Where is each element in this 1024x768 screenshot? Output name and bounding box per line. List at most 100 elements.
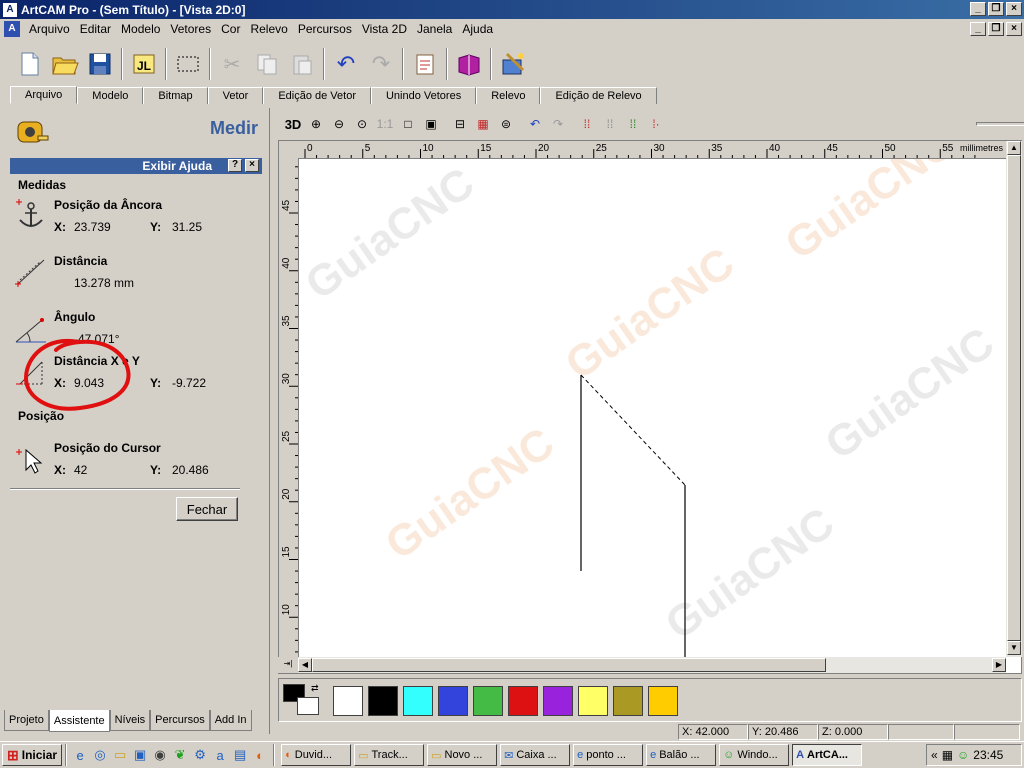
artcam-app-icon[interactable]: A <box>3 2 17 17</box>
tab-niveis[interactable]: Níveis <box>109 710 151 731</box>
node-gray-icon[interactable]: ⁞⁞ <box>599 113 621 135</box>
color-swatch[interactable] <box>368 686 398 716</box>
tab-arquivo[interactable]: Arquivo <box>10 86 78 104</box>
node-red-icon[interactable]: ⁞⁞ <box>576 113 598 135</box>
task-track[interactable]: ▭ Track... <box>354 744 425 766</box>
import-image-icon[interactable]: JL <box>128 48 160 80</box>
color-swatch[interactable] <box>543 686 573 716</box>
zoom-window-icon[interactable]: ⊙ <box>351 113 373 135</box>
menu-vetores[interactable]: Vetores <box>165 22 216 36</box>
color-swatch[interactable] <box>438 686 468 716</box>
menu-percursos[interactable]: Percursos <box>293 22 357 36</box>
tray-network-icon[interactable]: ▦ <box>942 748 953 762</box>
menu-janela[interactable]: Janela <box>412 22 457 36</box>
tab-relevo[interactable]: Relevo <box>476 87 541 104</box>
view-undo-icon[interactable]: ↶ <box>524 113 546 135</box>
color-swatch[interactable] <box>648 686 678 716</box>
redo-icon[interactable]: ↷ <box>365 48 397 80</box>
layer-toggle-icon[interactable]: ⊜ <box>495 113 517 135</box>
scroll-down-icon[interactable]: ▼ <box>1007 641 1021 655</box>
zoom-slider-track[interactable] <box>976 122 1024 126</box>
tray-messenger-icon[interactable]: ☺ <box>957 748 969 762</box>
selection-box-icon[interactable] <box>172 48 204 80</box>
layer-view-icon[interactable]: ⊟ <box>449 113 471 135</box>
view-3d-button[interactable]: 3D <box>282 113 304 135</box>
text-app-icon[interactable]: a <box>210 745 230 765</box>
help-bar[interactable]: Exibir Ajuda ? × <box>10 158 262 174</box>
doc-restore-button[interactable]: ❐ <box>988 22 1004 36</box>
doc-close-button[interactable]: × <box>1006 22 1022 36</box>
color-swatch[interactable] <box>333 686 363 716</box>
help-book-icon[interactable] <box>453 48 485 80</box>
internet-explorer-icon[interactable]: e <box>70 745 90 765</box>
tray-expand-icon[interactable]: « <box>931 748 938 762</box>
swap-colors-icon[interactable]: ⇄ <box>311 683 319 694</box>
task-novo[interactable]: ▭ Novo ... <box>427 744 498 766</box>
vertical-scrollbar[interactable]: ▲ ▼ <box>1006 141 1022 657</box>
split-view-icon[interactable]: ⇥| <box>278 657 298 673</box>
tab-edicao-de-relevo[interactable]: Edição de Relevo <box>540 87 657 104</box>
task-windows[interactable]: ☺ Windo... <box>719 744 790 766</box>
tab-bitmap[interactable]: Bitmap <box>143 87 208 104</box>
menu-vista2d[interactable]: Vista 2D <box>357 22 412 36</box>
task-balao[interactable]: e Balão ... <box>646 744 717 766</box>
media-player-icon[interactable]: ◉ <box>150 745 170 765</box>
menu-ajuda[interactable]: Ajuda <box>457 22 498 36</box>
document-icon[interactable]: A <box>4 20 20 37</box>
scroll-right-icon[interactable]: ▶ <box>992 658 1006 672</box>
view-redo-icon[interactable]: ↷ <box>547 113 569 135</box>
fit-model-icon[interactable]: ▣ <box>420 113 442 135</box>
color-swatch[interactable] <box>578 686 608 716</box>
fit-view-icon[interactable]: □ <box>397 113 419 135</box>
tab-projeto[interactable]: Projeto <box>4 710 49 731</box>
close-panel-button[interactable]: Fechar <box>176 497 238 521</box>
network-icon[interactable]: ▣ <box>130 745 150 765</box>
zoom-1to1-button[interactable]: 1:1 <box>374 113 396 135</box>
tab-modelo[interactable]: Modelo <box>77 87 144 104</box>
task-ponto[interactable]: e ponto ... <box>573 744 644 766</box>
tab-edicao-de-vetor[interactable]: Edição de Vetor <box>263 87 371 104</box>
wizard-icon[interactable] <box>497 48 529 80</box>
notepad-icon[interactable]: ▤ <box>230 745 250 765</box>
menu-arquivo[interactable]: Arquivo <box>24 22 75 36</box>
save-icon[interactable] <box>84 48 116 80</box>
vector-drawing[interactable] <box>279 141 1021 673</box>
tab-percursos[interactable]: Percursos <box>150 710 210 731</box>
color-swatch[interactable] <box>613 686 643 716</box>
vertical-scroll-thumb[interactable] <box>1007 155 1021 641</box>
tab-unindo-vetores[interactable]: Unindo Vetores <box>370 87 477 104</box>
task-caixa[interactable]: ✉ Caixa ... <box>500 744 571 766</box>
node-dots-icon[interactable]: ⁞· <box>645 113 667 135</box>
secondary-color-swatch[interactable] <box>297 697 319 715</box>
open-folder-icon[interactable] <box>49 48 81 80</box>
leaf-app-icon[interactable]: ❦ <box>170 745 190 765</box>
color-swatch[interactable] <box>508 686 538 716</box>
help-question-icon[interactable]: ? <box>228 159 242 172</box>
horizontal-scrollbar[interactable]: ⇥| ◀ ▶ <box>278 657 1006 673</box>
color-layer-icon[interactable]: ▦ <box>472 113 494 135</box>
task-artcam[interactable]: A ArtCA... <box>792 744 863 766</box>
minimize-button[interactable]: _ <box>970 2 986 16</box>
menu-editar[interactable]: Editar <box>75 22 116 36</box>
node-green-icon[interactable]: ⁞⁞ <box>622 113 644 135</box>
scroll-left-icon[interactable]: ◀ <box>298 658 312 672</box>
color-swatch[interactable] <box>403 686 433 716</box>
undo-icon[interactable]: ↶ <box>330 48 362 80</box>
start-button[interactable]: ⊞ Iniciar <box>2 744 63 766</box>
menu-modelo[interactable]: Modelo <box>116 22 165 36</box>
explorer-icon[interactable]: ▭ <box>110 745 130 765</box>
zoom-in-icon[interactable]: ⊕ <box>305 113 327 135</box>
new-file-icon[interactable] <box>14 48 46 80</box>
tab-assistente[interactable]: Assistente <box>48 710 110 732</box>
doc-minimize-button[interactable]: _ <box>970 22 986 36</box>
menu-relevo[interactable]: Relevo <box>245 22 292 36</box>
horizontal-scroll-thumb[interactable] <box>312 658 826 672</box>
cut-icon[interactable]: ✂ <box>216 48 248 80</box>
outlook-icon[interactable]: ◎ <box>90 745 110 765</box>
zoom-out-icon[interactable]: ⊖ <box>328 113 350 135</box>
scroll-up-icon[interactable]: ▲ <box>1007 141 1021 155</box>
firefox-quick-icon[interactable]: ◐ <box>250 745 270 765</box>
color-swatch[interactable] <box>473 686 503 716</box>
tab-add-in[interactable]: Add In <box>209 710 252 731</box>
copy-icon[interactable] <box>251 48 283 80</box>
